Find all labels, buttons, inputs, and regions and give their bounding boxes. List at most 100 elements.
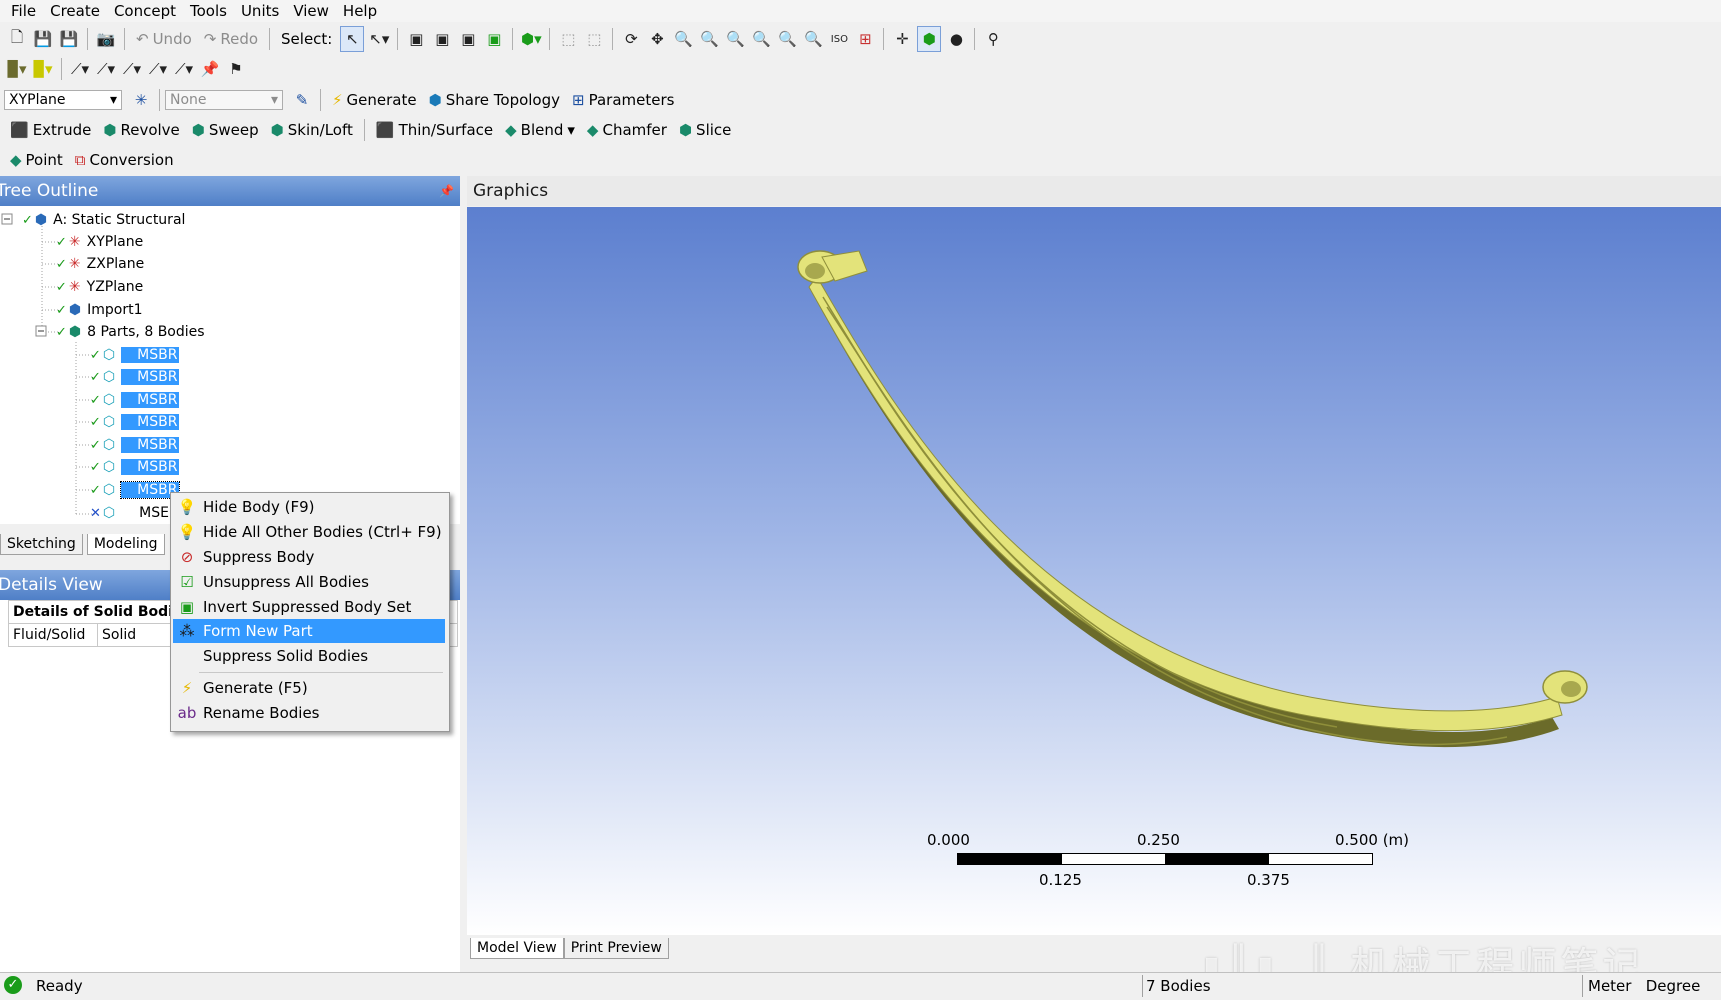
zoom-box-icon[interactable]: 🔍 bbox=[724, 27, 746, 51]
sketch-dropdown[interactable]: None ▾ bbox=[165, 90, 283, 110]
sketch-spline-icon[interactable]: ⟋▾ bbox=[147, 57, 169, 81]
menu-tools[interactable]: Tools bbox=[183, 2, 234, 20]
tree-item-import[interactable]: ✓ ⬢ Import1 bbox=[56, 299, 143, 321]
display-model-icon[interactable]: ⬢ bbox=[917, 26, 942, 52]
menu-create[interactable]: Create bbox=[43, 2, 107, 20]
menu-item-invert-suppressed[interactable]: ▣ Invert Suppressed Body Set bbox=[173, 595, 445, 619]
chamfer-button[interactable]: ◆ Chamfer bbox=[581, 121, 673, 139]
face-filter-icon[interactable]: ▣ bbox=[457, 27, 479, 51]
help-pointer-icon[interactable]: ⚲ bbox=[982, 27, 1004, 51]
form-part-icon: ⁂ bbox=[179, 622, 195, 640]
graphics-viewport[interactable]: 0.000 0.250 0.500 (m) 0.125 0.375 bbox=[467, 207, 1721, 935]
undo-button[interactable]: ↶ Undo bbox=[130, 30, 198, 48]
slice-button[interactable]: ⬢ Slice bbox=[673, 121, 737, 139]
tree-body-2[interactable]: ✓ ⬡ MSBR bbox=[90, 366, 180, 388]
menu-item-suppress-solid[interactable]: Suppress Solid Bodies bbox=[173, 644, 445, 668]
box-select-icon[interactable]: ⬚ bbox=[557, 27, 579, 51]
redo-button[interactable]: ↷ Redo bbox=[198, 30, 264, 48]
rotate-icon[interactable]: ⟳ bbox=[620, 27, 642, 51]
new-sketch-icon[interactable]: ✎ bbox=[291, 88, 313, 112]
tree-item-xyplane[interactable]: ✓ ✳ XYPlane bbox=[56, 231, 143, 253]
tree-item-yzplane[interactable]: ✓ ✳ YZPlane bbox=[56, 276, 143, 298]
sketch-arc-icon[interactable]: ⟋▾ bbox=[121, 57, 143, 81]
tab-print-preview[interactable]: Print Preview bbox=[563, 938, 669, 959]
pan-icon[interactable]: ✥ bbox=[646, 27, 668, 51]
save-as-icon[interactable]: 💾 bbox=[58, 27, 80, 51]
box-select-alt-icon[interactable]: ⬚ bbox=[583, 27, 605, 51]
menu-item-hide-others[interactable]: 💡 Hide All Other Bodies (Ctrl+ F9) bbox=[173, 520, 445, 544]
tree-body-7[interactable]: ✓ ⬡ MSBR bbox=[90, 479, 181, 501]
tab-modeling[interactable]: Modeling bbox=[86, 534, 165, 555]
parameters-button[interactable]: ⊞ Parameters bbox=[566, 91, 680, 109]
pin-icon[interactable]: 📌 bbox=[439, 184, 454, 198]
menu-file[interactable]: File bbox=[4, 2, 43, 20]
chevron-down-icon: ▾ bbox=[270, 92, 278, 108]
tree-item-parts[interactable]: ✓ ⬢ 8 Parts, 8 Bodies bbox=[56, 321, 205, 343]
tree-body-6[interactable]: ✓ ⬡ MSBR bbox=[90, 456, 180, 478]
menu-item-suppress-body[interactable]: ⊘ Suppress Body bbox=[173, 545, 445, 569]
body-filter-icon[interactable]: ▣ bbox=[483, 27, 505, 51]
tab-model-view[interactable]: Model View bbox=[470, 938, 564, 959]
display-mode-icon[interactable]: ▉▾ bbox=[6, 57, 28, 81]
conversion-button[interactable]: ⧉ Conversion bbox=[69, 151, 180, 169]
tree-body-3[interactable]: ✓ ⬡ MSBR bbox=[90, 389, 180, 411]
zoom-in-icon[interactable]: 🔍 bbox=[698, 27, 720, 51]
save-icon[interactable]: 💾 bbox=[32, 27, 54, 51]
menu-units[interactable]: Units bbox=[234, 2, 286, 20]
tree-body-label: MSE bbox=[139, 505, 169, 521]
color-mode-icon[interactable]: ▉▾ bbox=[32, 57, 54, 81]
tree-root[interactable]: ✓ ⬢ A: Static Structural bbox=[22, 209, 185, 231]
plane-dropdown[interactable]: XYPlane ▾ bbox=[4, 90, 122, 110]
screenshot-icon[interactable]: 📷 bbox=[95, 27, 117, 51]
sketch-flag-icon[interactable]: ⚑ bbox=[225, 57, 247, 81]
tree-body-8[interactable]: ✕ ⬡ MSE bbox=[90, 502, 169, 524]
sweep-button[interactable]: ⬢ Sweep bbox=[186, 121, 265, 139]
tab-sketching[interactable]: Sketching bbox=[0, 534, 83, 555]
new-icon[interactable]: 🗋 bbox=[6, 27, 28, 51]
select-filter-icon[interactable]: ↖▾ bbox=[368, 27, 390, 51]
revolve-button[interactable]: ⬢ Revolve bbox=[97, 121, 185, 139]
point-button[interactable]: ◆ Point bbox=[4, 151, 69, 169]
extrude-button[interactable]: ⬛ Extrude bbox=[4, 121, 97, 139]
pin-icon[interactable]: 📌 bbox=[199, 57, 221, 81]
sketch-dimension-icon[interactable]: ⟋▾ bbox=[173, 57, 195, 81]
skin-loft-button[interactable]: ⬢ Skin/Loft bbox=[265, 121, 359, 139]
display-point-icon[interactable]: ● bbox=[945, 27, 967, 51]
chamfer-label: Chamfer bbox=[602, 121, 667, 139]
triad-icon[interactable]: ✛ bbox=[891, 27, 913, 51]
new-plane-icon[interactable]: ✳ bbox=[130, 88, 152, 112]
zoom-fit-icon[interactable]: 🔍 bbox=[750, 27, 772, 51]
iso-view-icon[interactable]: ISO bbox=[828, 27, 850, 51]
edge-filter-icon[interactable]: ▣ bbox=[431, 27, 453, 51]
generate-button[interactable]: ⚡ Generate bbox=[326, 91, 423, 109]
point-filter-icon[interactable]: ▣ bbox=[405, 27, 427, 51]
menu-item-form-new-part[interactable]: ⁂ Form New Part bbox=[173, 619, 445, 643]
zoom-icon[interactable]: 🔍 bbox=[672, 27, 694, 51]
menu-item-rename-bodies[interactable]: ab Rename Bodies bbox=[173, 701, 445, 725]
sketch-line-icon[interactable]: ⟋▾ bbox=[69, 57, 91, 81]
menu-item-unsuppress-all[interactable]: ☑ Unsuppress All Bodies bbox=[173, 570, 445, 594]
zoom-extents-icon[interactable]: 🔍 bbox=[776, 27, 798, 51]
tree-body-1[interactable]: ✓ ⬡ MSBR bbox=[90, 344, 180, 366]
zoom-out-icon[interactable]: 🔍 bbox=[802, 27, 824, 51]
menu-concept[interactable]: Concept bbox=[107, 2, 183, 20]
tree-item-zxplane[interactable]: ✓ ✳ ZXPlane bbox=[56, 253, 144, 275]
tree-body-5[interactable]: ✓ ⬡ MSBR bbox=[90, 434, 180, 456]
extrude-label: Extrude bbox=[32, 121, 92, 139]
conversion-label: Conversion bbox=[89, 151, 174, 169]
sketch-curve-icon[interactable]: ⟋▾ bbox=[95, 57, 117, 81]
thin-surface-button[interactable]: ⬛ Thin/Surface bbox=[370, 121, 499, 139]
tree-body-4[interactable]: ✓ ⬡ MSBR bbox=[90, 411, 180, 433]
tree-body-label: MSBR bbox=[121, 369, 180, 385]
menu-item-generate[interactable]: ⚡ Generate (F5) bbox=[173, 676, 445, 700]
menu-help[interactable]: Help bbox=[336, 2, 384, 20]
blend-button[interactable]: ◆ Blend ▾ bbox=[499, 121, 581, 139]
share-topology-button[interactable]: ⬢ Share Topology bbox=[423, 91, 566, 109]
share-topology-icon: ⬢ bbox=[428, 91, 442, 109]
menu-item-label: Hide All Other Bodies (Ctrl+ F9) bbox=[203, 523, 442, 541]
select-mode-icon[interactable]: ↖ bbox=[340, 26, 365, 52]
look-at-icon[interactable]: ⊞ bbox=[854, 27, 876, 51]
extend-selection-icon[interactable]: ⬢▾ bbox=[520, 27, 542, 51]
menu-view[interactable]: View bbox=[286, 2, 336, 20]
menu-item-hide-body[interactable]: 💡 Hide Body (F9) bbox=[173, 495, 445, 519]
